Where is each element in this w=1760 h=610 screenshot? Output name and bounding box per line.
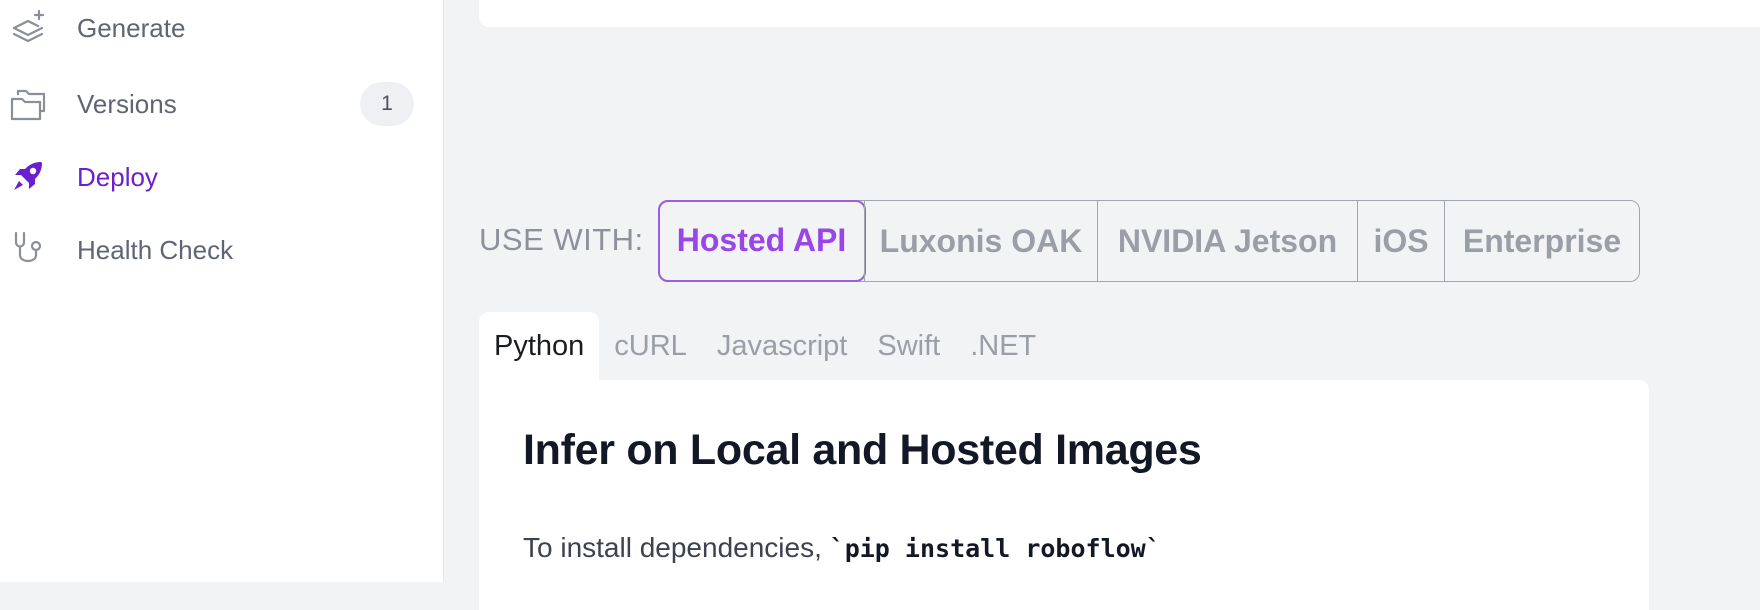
sidebar-item-deploy[interactable]: Deploy bbox=[0, 148, 443, 208]
sidebar-item-label: Versions bbox=[77, 89, 177, 119]
rocket-icon bbox=[10, 158, 46, 194]
code-instructions-panel: Infer on Local and Hosted Images To inst… bbox=[479, 380, 1649, 610]
versions-count-badge: 1 bbox=[360, 82, 414, 126]
sidebar-item-generate[interactable]: Generate bbox=[0, 0, 443, 60]
platform-enterprise-button[interactable]: Enterprise bbox=[1444, 201, 1639, 281]
tab-javascript[interactable]: Javascript bbox=[702, 312, 863, 380]
sidebar-item-label: Generate bbox=[77, 13, 186, 43]
folders-icon bbox=[10, 85, 46, 121]
section-title: Infer on Local and Hosted Images bbox=[523, 426, 1202, 474]
tab-python[interactable]: Python bbox=[479, 312, 600, 380]
tab-curl[interactable]: cURL bbox=[599, 312, 702, 380]
install-command: `pip install roboflow` bbox=[829, 534, 1161, 563]
language-tabs: Python cURL Javascript Swift .NET bbox=[479, 312, 1051, 380]
sidebar-item-health-check[interactable]: Health Check bbox=[0, 220, 443, 280]
platform-selector: Hosted API Luxonis OAK NVIDIA Jetson iOS… bbox=[657, 199, 1640, 282]
stethoscope-icon bbox=[10, 230, 46, 266]
platform-ios-button[interactable]: iOS bbox=[1357, 201, 1444, 281]
sidebar-item-label: Health Check bbox=[77, 235, 234, 265]
top-card bbox=[479, 0, 1760, 27]
sidebar-item-label: Deploy bbox=[77, 162, 158, 192]
layers-plus-icon bbox=[10, 8, 46, 44]
sidebar: Generate Versions 1 Deploy Health Check bbox=[0, 0, 444, 582]
sidebar-item-versions[interactable]: Versions 1 bbox=[0, 73, 443, 133]
install-text: To install dependencies, bbox=[523, 532, 830, 563]
tab-swift[interactable]: Swift bbox=[862, 312, 955, 380]
install-instructions: To install dependencies, `pip install ro… bbox=[523, 532, 1161, 564]
platform-hosted-api-button[interactable]: Hosted API bbox=[657, 199, 866, 282]
platform-luxonis-oak-button[interactable]: Luxonis OAK bbox=[864, 201, 1097, 281]
platform-nvidia-jetson-button[interactable]: NVIDIA Jetson bbox=[1097, 201, 1357, 281]
tab-dotnet[interactable]: .NET bbox=[955, 312, 1051, 380]
use-with-label: USE WITH: bbox=[479, 222, 644, 257]
